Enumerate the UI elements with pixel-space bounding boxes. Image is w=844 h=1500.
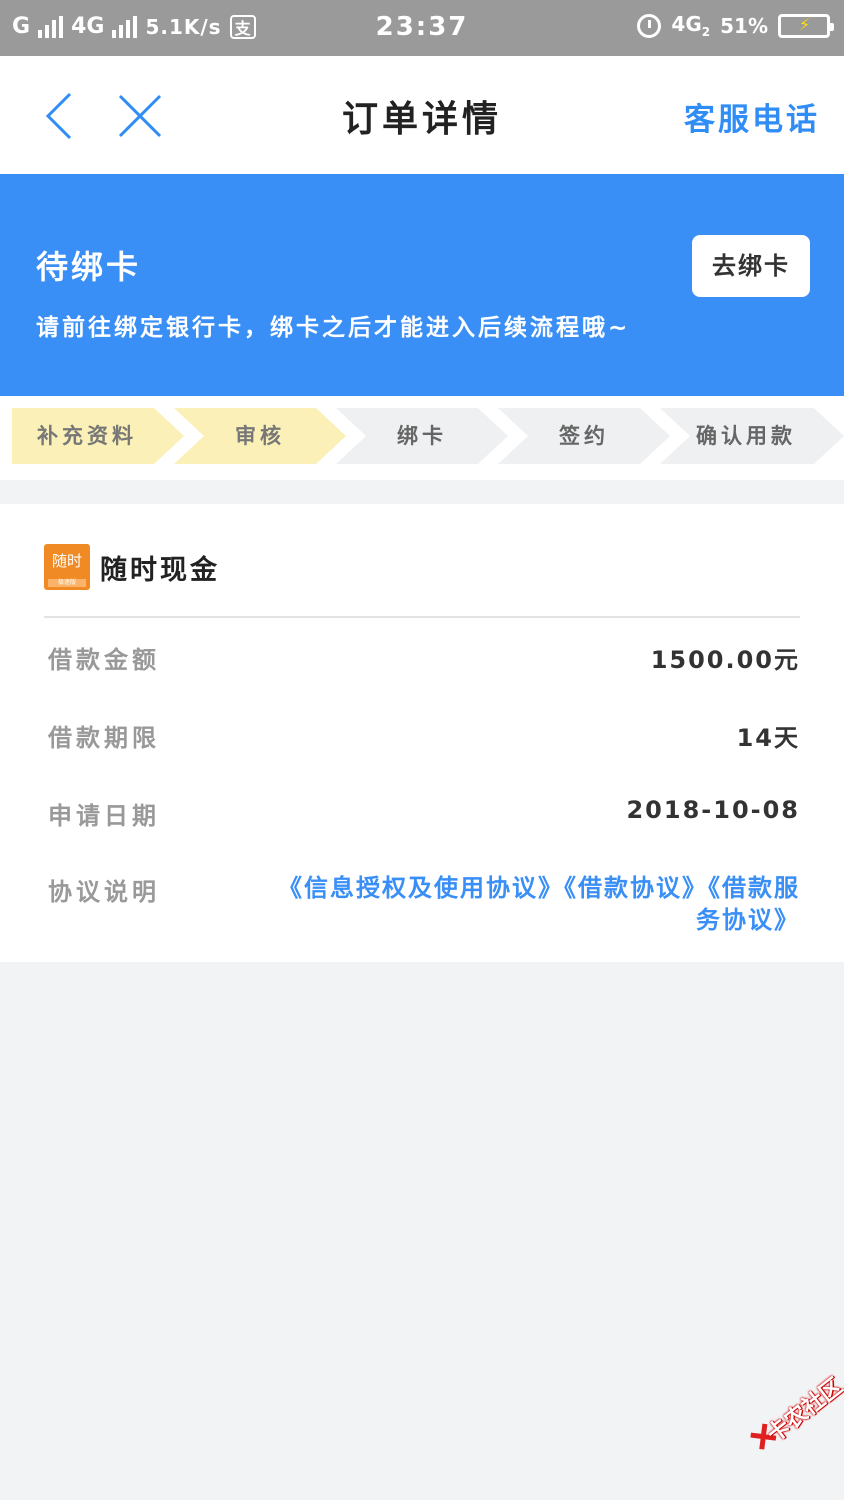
order-card: 随时 极速版 随时现金 借款金额 1500.00元 借款期限 14天 申请日期 … xyxy=(0,504,844,962)
status-bar: G 4G 5.1K/s 支 23:37 4G2 51% ⚡ xyxy=(0,0,844,56)
agreement-label: 协议说明 xyxy=(48,878,160,906)
step-supplement-info: 补充资料 xyxy=(12,408,184,464)
apply-date-label: 申请日期 xyxy=(48,802,160,830)
close-icon xyxy=(118,94,162,138)
step-bind-card: 绑卡 xyxy=(336,408,508,464)
status-bar-right: 4G2 51% ⚡ xyxy=(637,12,834,39)
step-label: 确认用款 xyxy=(696,424,796,448)
watermark-text: 卡农社区 xyxy=(762,1373,844,1448)
bind-card-button[interactable]: 去绑卡 xyxy=(692,235,810,297)
step-label: 补充资料 xyxy=(37,424,137,448)
progress-steps: 补充资料 审核 绑卡 签约 确认用款 xyxy=(0,396,844,480)
back-chevron-icon xyxy=(45,92,72,140)
step-review: 审核 xyxy=(174,408,346,464)
agreement-links: 《信息授权及使用协议》《借款协议》《借款服务协议》 xyxy=(260,872,800,936)
network-type: 4G2 xyxy=(671,12,711,39)
nav-bar: 订单详情 客服电话 xyxy=(0,56,844,174)
info-authorization-agreement-link[interactable]: 《信息授权及使用协议》 xyxy=(278,874,564,902)
product-header: 随时 极速版 随时现金 xyxy=(44,544,220,590)
close-button[interactable] xyxy=(116,92,164,140)
apply-date-value: 2018-10-08 xyxy=(626,796,800,824)
loan-service-agreement-link[interactable]: 《借款服务协议》 xyxy=(696,874,800,934)
banner-description: 请前往绑定银行卡，绑卡之后才能进入后续流程哦~ xyxy=(36,315,631,341)
step-sign: 签约 xyxy=(498,408,670,464)
loan-agreement-link[interactable]: 《借款协议》 xyxy=(564,874,708,902)
product-name: 随时现金 xyxy=(100,554,220,586)
step-label: 签约 xyxy=(559,424,609,448)
step-label: 审核 xyxy=(235,424,285,448)
divider xyxy=(44,616,800,618)
banner-title: 待绑卡 xyxy=(36,248,142,286)
loan-amount-value: 1500.00元 xyxy=(650,646,800,674)
status-banner: 待绑卡 请前往绑定银行卡，绑卡之后才能进入后续流程哦~ 去绑卡 xyxy=(0,174,844,396)
loan-term-label: 借款期限 xyxy=(48,724,160,752)
battery-percent: 51% xyxy=(720,13,768,38)
step-label: 绑卡 xyxy=(397,424,447,448)
alarm-icon xyxy=(637,13,662,38)
watermark: 卡农社区 xyxy=(744,1358,844,1467)
step-confirm-use: 确认用款 xyxy=(660,408,844,464)
loan-term-value: 14天 xyxy=(736,724,800,752)
battery-icon: ⚡ xyxy=(778,13,834,38)
back-button[interactable] xyxy=(44,92,84,140)
loan-amount-label: 借款金额 xyxy=(48,646,160,674)
customer-service-phone-link[interactable]: 客服电话 xyxy=(684,94,820,139)
product-logo: 随时 极速版 xyxy=(44,544,90,590)
